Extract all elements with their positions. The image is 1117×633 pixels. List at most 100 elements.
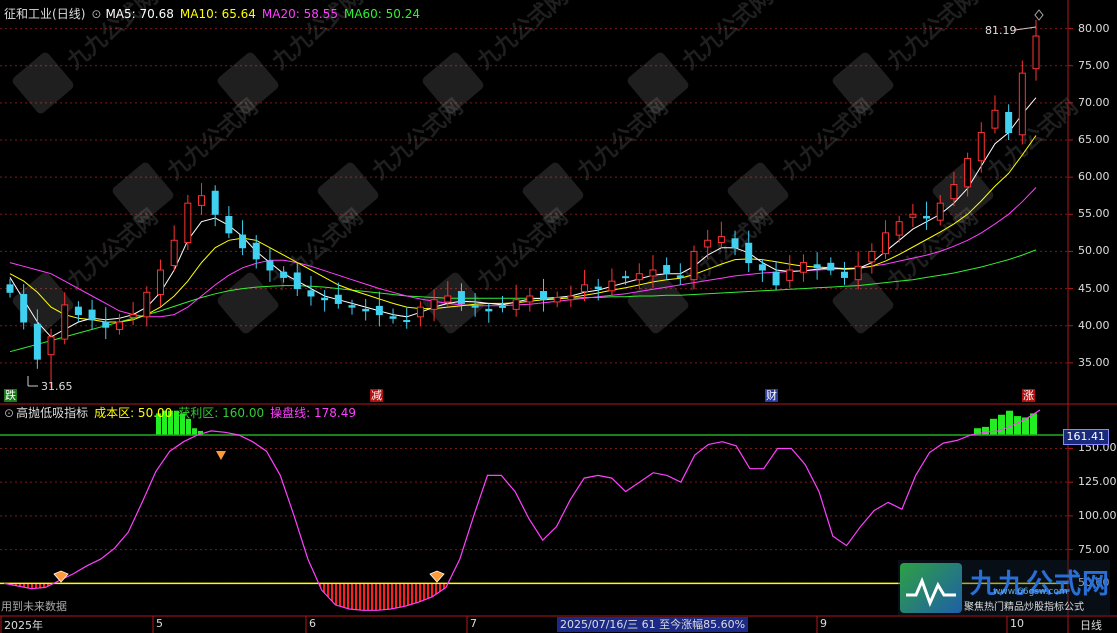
candle-body[interactable] bbox=[61, 304, 69, 340]
candle-body[interactable] bbox=[745, 242, 753, 264]
time-axis-label: 7 bbox=[470, 617, 477, 630]
candle-body[interactable] bbox=[526, 295, 534, 303]
candle-body[interactable] bbox=[239, 234, 247, 249]
candle-body[interactable] bbox=[156, 269, 164, 296]
candle-body[interactable] bbox=[553, 296, 561, 303]
candle-body[interactable] bbox=[498, 305, 506, 308]
candle-body[interactable] bbox=[252, 242, 260, 260]
candle-body[interactable] bbox=[895, 221, 903, 236]
chart-canvas[interactable]: 九九公式网 九九公式网 九九公式网 九九公式网 九九公式网九九公式网 九九公式网 九九公式网… bbox=[0, 0, 1117, 633]
candle-body[interactable] bbox=[936, 202, 944, 221]
candle-body[interactable] bbox=[485, 308, 493, 312]
candle-body[interactable] bbox=[786, 269, 794, 281]
candle-body[interactable] bbox=[950, 184, 958, 200]
candle-body[interactable] bbox=[882, 232, 890, 255]
candle-body[interactable] bbox=[129, 314, 137, 319]
candle-body[interactable] bbox=[758, 264, 766, 271]
candle-body[interactable] bbox=[47, 336, 55, 356]
candle-body[interactable] bbox=[170, 239, 178, 267]
candle-body[interactable] bbox=[74, 306, 82, 316]
candle-body[interactable] bbox=[663, 265, 671, 275]
candle-body[interactable] bbox=[102, 321, 110, 328]
time-axis-label: 5 bbox=[156, 617, 163, 630]
candle-body[interactable] bbox=[704, 239, 712, 248]
candle-body[interactable] bbox=[321, 297, 329, 301]
diamond-icon[interactable] bbox=[1034, 9, 1044, 21]
candle-body[interactable] bbox=[88, 309, 96, 321]
candle-body[interactable] bbox=[649, 269, 657, 277]
candle-body[interactable] bbox=[567, 295, 575, 301]
candle-body[interactable] bbox=[348, 305, 356, 308]
candle-body[interactable] bbox=[211, 190, 219, 215]
time-axis-label: 6 bbox=[309, 617, 316, 630]
ma60-value: MA60: 50.24 bbox=[343, 7, 421, 21]
candle-body[interactable] bbox=[840, 271, 848, 278]
event-marker-rise[interactable]: 涨 bbox=[1022, 389, 1035, 402]
event-marker-finance[interactable]: 财 bbox=[765, 389, 778, 402]
price-tick-label: 45.00 bbox=[1078, 281, 1110, 295]
watermark-tile: 九九公式网 bbox=[832, 0, 983, 114]
candle-body[interactable] bbox=[33, 323, 41, 360]
watermark-tile: 九九公式网 bbox=[422, 0, 573, 114]
stock-name[interactable]: 征和工业 bbox=[4, 7, 52, 21]
candle-body[interactable] bbox=[307, 290, 315, 297]
candle-body[interactable] bbox=[225, 216, 233, 234]
candle-body[interactable] bbox=[690, 250, 698, 281]
candle-body[interactable] bbox=[1032, 35, 1040, 70]
candle-body[interactable] bbox=[20, 294, 28, 323]
candle-body[interactable] bbox=[923, 216, 931, 219]
candle-body[interactable] bbox=[266, 260, 274, 271]
candle-body[interactable] bbox=[608, 280, 616, 292]
candle-body[interactable] bbox=[868, 250, 876, 263]
candle-body[interactable] bbox=[444, 295, 452, 303]
svg-text:九九公式网: 九九公式网 bbox=[677, 0, 778, 75]
candle-body[interactable] bbox=[362, 308, 370, 312]
event-marker-drop[interactable]: 跌 bbox=[4, 389, 17, 402]
watermark-tile: 九九公式网 bbox=[522, 95, 673, 224]
candle-body[interactable] bbox=[389, 316, 397, 319]
candle-body[interactable] bbox=[293, 272, 301, 290]
collapse-icon[interactable]: ⊙ bbox=[91, 7, 101, 21]
candle-body[interactable] bbox=[594, 286, 602, 290]
candle-body[interactable] bbox=[334, 294, 342, 304]
candle-body[interactable] bbox=[375, 305, 383, 316]
candle-body[interactable] bbox=[635, 273, 643, 281]
candle-body[interactable] bbox=[991, 109, 999, 129]
candle-body[interactable] bbox=[854, 265, 862, 281]
candle-body[interactable] bbox=[772, 271, 780, 286]
candle-body[interactable] bbox=[457, 291, 465, 304]
candle-body[interactable] bbox=[184, 202, 192, 244]
candle-body[interactable] bbox=[813, 264, 821, 269]
candle-body[interactable] bbox=[731, 238, 739, 249]
candle-body[interactable] bbox=[1005, 112, 1013, 134]
candle-body[interactable] bbox=[430, 299, 438, 310]
profit-bar bbox=[998, 414, 1005, 435]
candle-body[interactable] bbox=[1018, 72, 1026, 136]
candle-body[interactable] bbox=[717, 236, 725, 244]
indicator-tick-label: 125.00 bbox=[1078, 475, 1117, 489]
event-marker-reduce[interactable]: 减 bbox=[370, 389, 383, 402]
candle-body[interactable] bbox=[909, 213, 917, 218]
time-axis-label: 2025年 bbox=[4, 619, 43, 632]
candle-body[interactable] bbox=[471, 305, 479, 308]
candle-body[interactable] bbox=[622, 276, 630, 279]
candle-body[interactable] bbox=[280, 271, 288, 278]
candle-body[interactable] bbox=[676, 275, 684, 278]
candle-body[interactable] bbox=[964, 158, 972, 188]
profit-bar bbox=[982, 426, 989, 435]
candle-body[interactable] bbox=[512, 299, 520, 310]
candle-body[interactable] bbox=[6, 284, 14, 293]
candle-body[interactable] bbox=[143, 291, 151, 318]
candle-body[interactable] bbox=[198, 195, 206, 206]
candle-body[interactable] bbox=[115, 321, 123, 330]
indicator-settings-icon[interactable]: ⊙ bbox=[4, 406, 14, 420]
candle-body[interactable] bbox=[540, 291, 548, 301]
candle-body[interactable] bbox=[977, 132, 985, 162]
candle-body[interactable] bbox=[581, 284, 589, 293]
candle-body[interactable] bbox=[799, 262, 807, 273]
candle-body[interactable] bbox=[827, 262, 835, 271]
indicator-name[interactable]: 高抛低吸指标 bbox=[16, 406, 88, 420]
candle-body[interactable] bbox=[416, 306, 424, 318]
candle-body[interactable] bbox=[403, 320, 411, 323]
svg-text:九九公式网: 九九公式网 bbox=[62, 205, 163, 296]
